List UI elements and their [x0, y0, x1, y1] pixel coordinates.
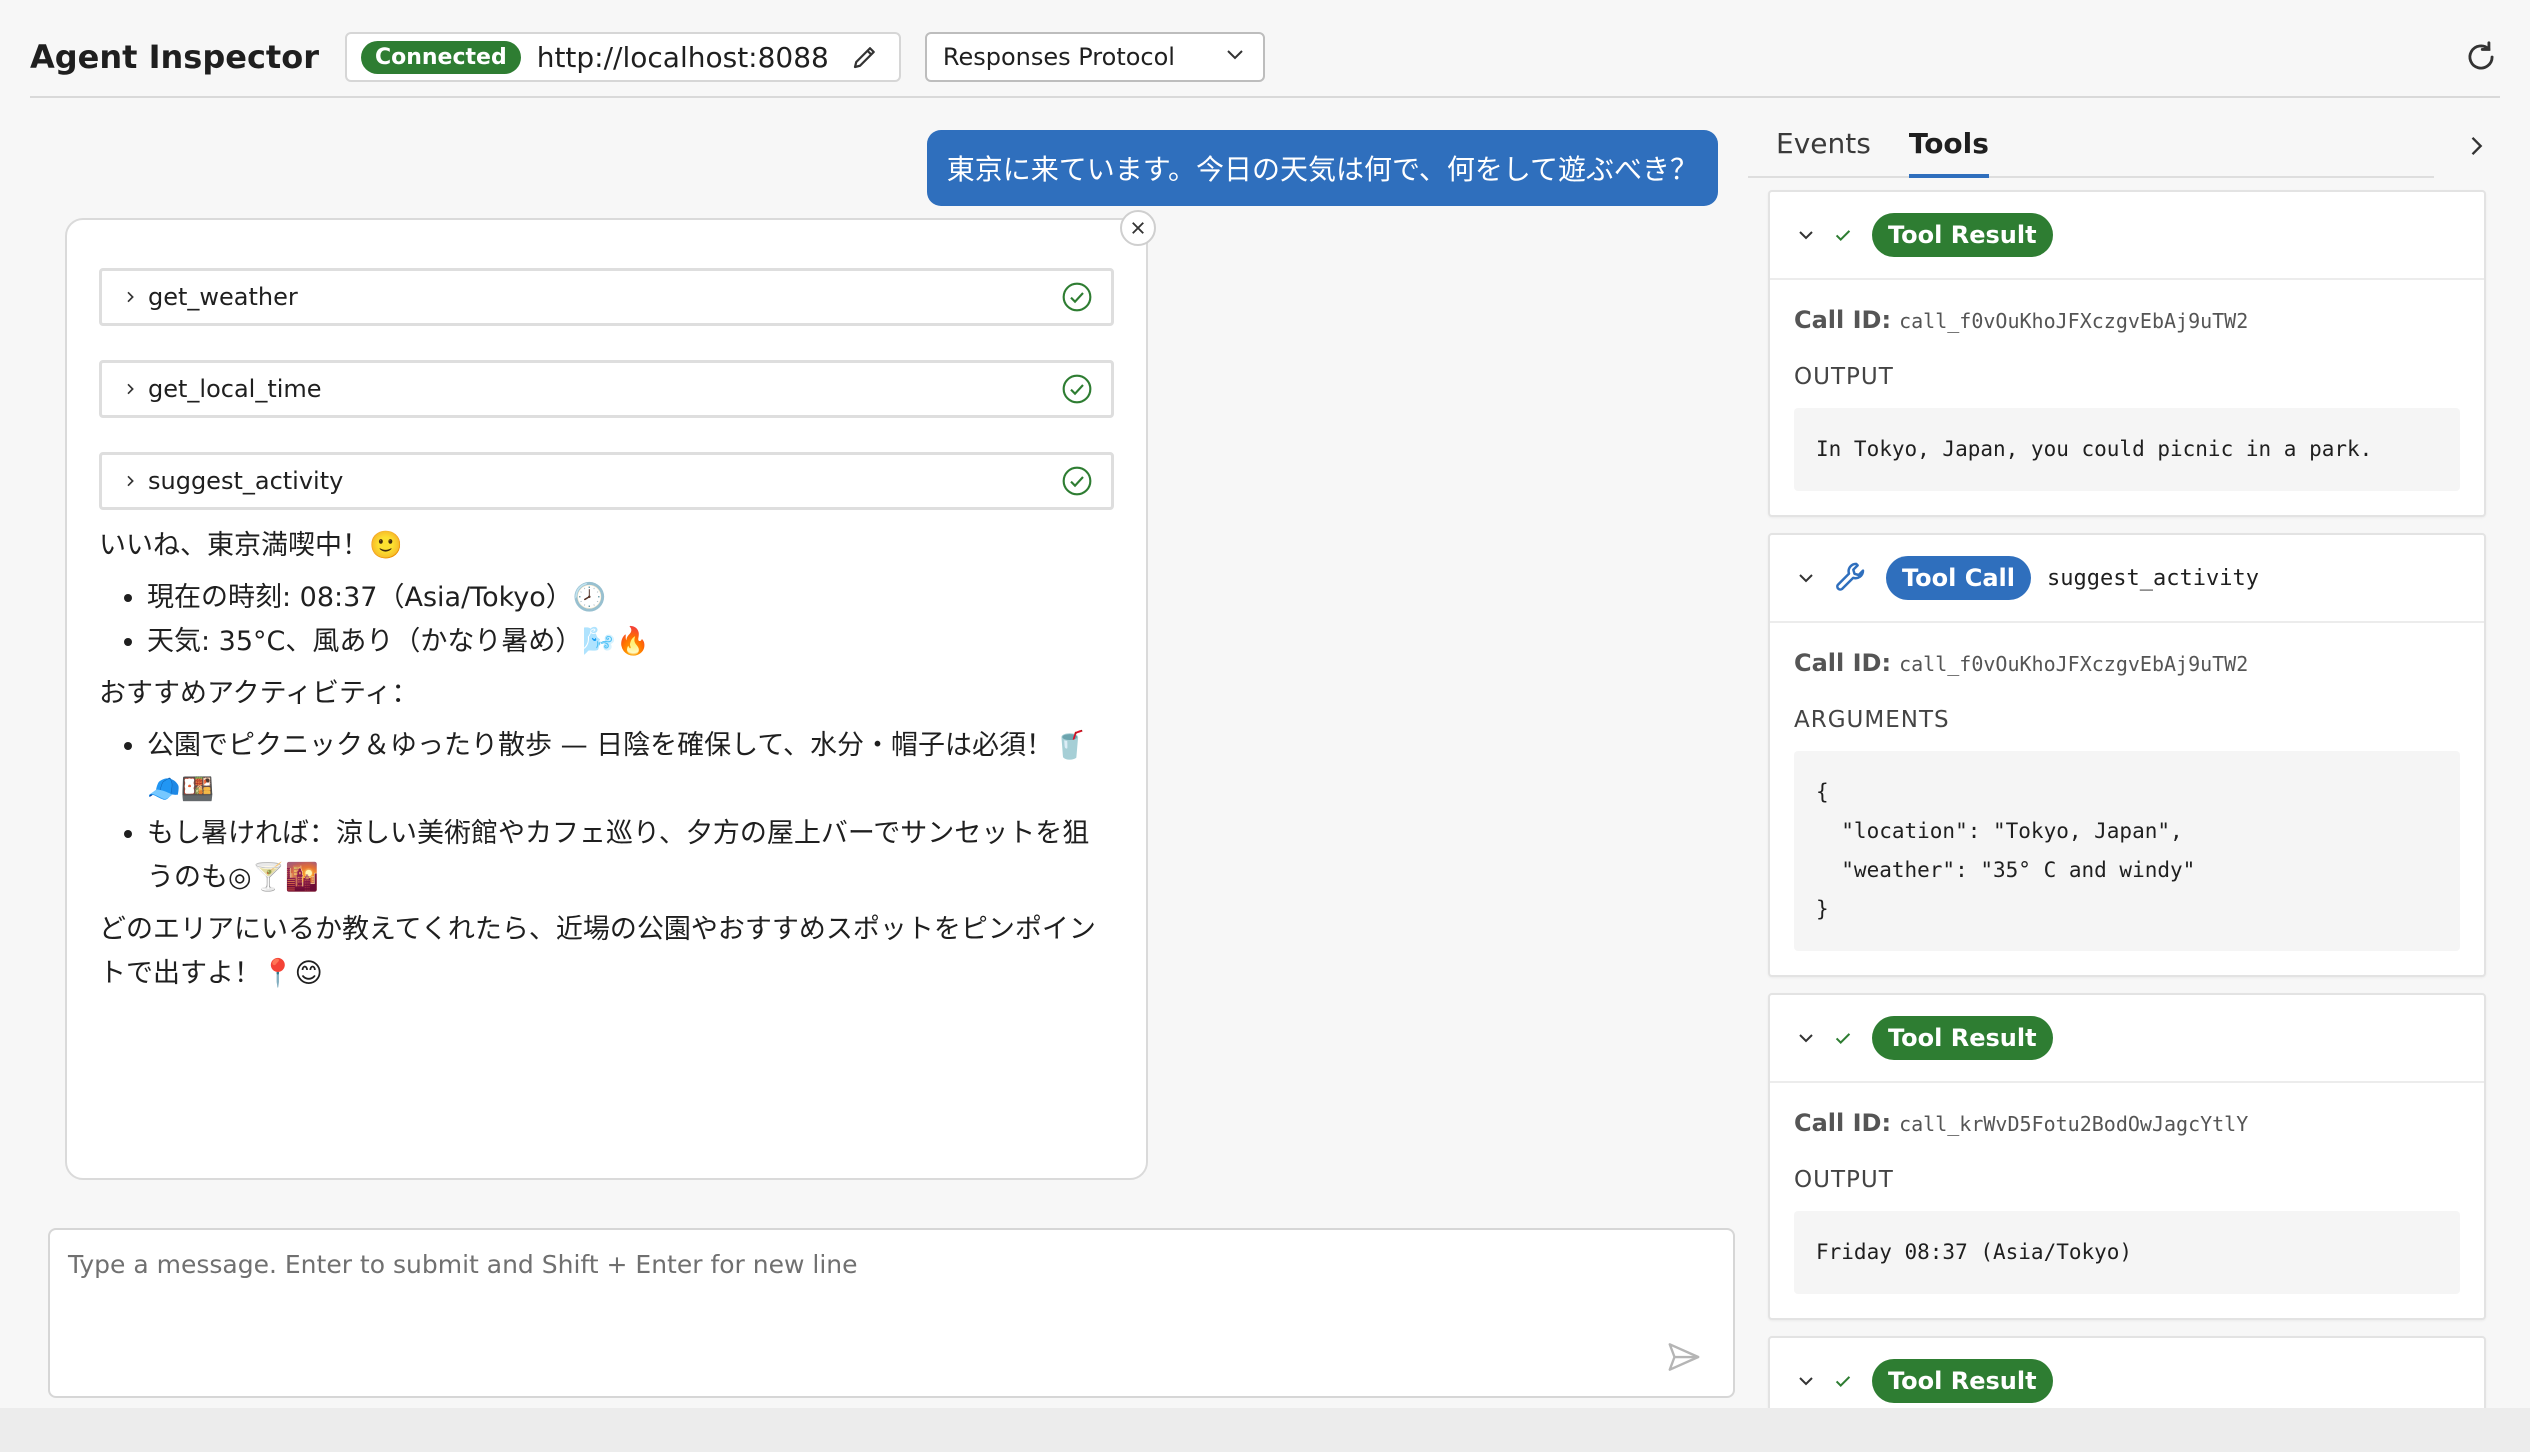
event-kind-badge: Tool Call — [1886, 556, 2032, 600]
event-header[interactable]: Tool Result — [1770, 1338, 2484, 1408]
call-id-label: Call ID: — [1794, 306, 1892, 334]
reply-facts-list: 現在の時刻: 08:37（Asia/Tokyo）🕗 天気: 35°C、風あり（か… — [99, 576, 1114, 664]
check-circle-icon — [1061, 281, 1093, 313]
call-id: Call ID: call_krWvD5Fotu2BodOwJagcYtlY — [1794, 1109, 2460, 1137]
events-list: Tool Result Call ID: call_f0vOuKhoJFXczgv… — [1768, 190, 2486, 1408]
tab-events[interactable]: Events — [1748, 127, 1889, 176]
check-icon — [1832, 1370, 1854, 1392]
connection-status-badge: Connected — [360, 40, 521, 74]
event-header[interactable]: Tool Result — [1770, 192, 2484, 280]
chevron-down-icon[interactable] — [1794, 566, 1818, 590]
reply-closing: どのエリアにいるか教えてくれたら、近場の公園やおすすめスポットをピンポイントで出… — [99, 914, 1096, 989]
call-id: Call ID: call_f0vOuKhoJFXczgvEbAj9uTW2 — [1794, 306, 2460, 334]
section-label: OUTPUT — [1794, 364, 1894, 390]
output-box: Friday 08:37 (Asia/Tokyo) — [1794, 1211, 2460, 1294]
event-function-name: suggest_activity — [2047, 565, 2259, 591]
close-icon[interactable] — [1120, 210, 1156, 246]
arguments-box: { "location": "Tokyo, Japan", "weather":… — [1794, 751, 2460, 951]
check-icon — [1832, 1027, 1854, 1049]
event-card: Tool Result Call ID: call_krWvD5Fotu2BodO… — [1768, 993, 2486, 1320]
inspector-panel: Events Tools Tool Result Call ID: call_f… — [1748, 98, 2500, 1408]
event-body: Call ID: call_f0vOuKhoJFXczgvEbAj9uTW2 AR… — [1770, 623, 2484, 975]
call-id: Call ID: call_f0vOuKhoJFXczgvEbAj9uTW2 — [1794, 649, 2460, 677]
tool-row-suggest-activity[interactable]: suggest_activity — [99, 452, 1114, 510]
call-id-value: call_f0vOuKhoJFXczgvEbAj9uTW2 — [1899, 309, 2249, 333]
pencil-icon[interactable] — [849, 41, 881, 73]
output-box: In Tokyo, Japan, you could picnic in a p… — [1794, 408, 2460, 491]
chevron-right-icon — [122, 381, 142, 397]
event-body: Call ID: call_f0vOuKhoJFXczgvEbAj9uTW2 OU… — [1770, 280, 2484, 515]
refresh-icon[interactable] — [2462, 38, 2500, 76]
reply-greeting: いいね、東京満喫中！🙂 — [99, 530, 403, 561]
event-card: Tool Call suggest_activity Call ID: call_… — [1768, 533, 2486, 977]
section-label: ARGUMENTS — [1794, 707, 1950, 733]
tool-name: get_local_time — [148, 375, 322, 403]
user-message-bubble: 東京に来ています。今日の天気は何で、何をして遊ぶべき？ — [926, 130, 1718, 206]
chat-area: 東京に来ています。今日の天気は何で、何をして遊ぶべき？ get_weather … — [30, 98, 1748, 1408]
window-bottom-edge — [0, 1408, 2530, 1452]
chevron-down-icon[interactable] — [1794, 1369, 1818, 1393]
app-window: Agent Inspector Connected http://localho… — [0, 0, 2530, 1452]
tool-name: suggest_activity — [148, 467, 344, 495]
event-header[interactable]: Tool Call suggest_activity — [1770, 535, 2484, 623]
wrench-icon — [1832, 558, 1872, 598]
assistant-reply-text: いいね、東京満喫中！🙂 現在の時刻: 08:37（Asia/Tokyo）🕗 天気… — [99, 524, 1114, 996]
event-kind-badge: Tool Result — [1872, 1359, 2053, 1403]
list-item: 現在の時刻: 08:37（Asia/Tokyo）🕗 — [147, 576, 1114, 620]
message-input[interactable] — [50, 1230, 1733, 1396]
panel-tabs: Events Tools — [1748, 98, 2434, 178]
tool-name: get_weather — [148, 283, 298, 311]
event-card: Tool Result Call ID: call_f0vOuKhoJFXczgv… — [1768, 190, 2486, 517]
reply-activities-heading: おすすめアクティビティ： — [99, 678, 419, 709]
send-icon[interactable] — [1665, 1338, 1703, 1376]
protocol-select-value: Responses Protocol — [942, 43, 1175, 71]
list-item: 天気: 35°C、風あり（かなり暑め）🌬️🔥 — [147, 620, 1114, 664]
tool-row-get-weather[interactable]: get_weather — [99, 268, 1114, 326]
event-card: Tool Result — [1768, 1336, 2486, 1408]
tab-tools[interactable]: Tools — [1889, 127, 2007, 178]
chevron-right-icon — [122, 289, 142, 305]
call-id-label: Call ID: — [1794, 1109, 1892, 1137]
endpoint-box: Connected http://localhost:8088 — [344, 32, 901, 82]
event-body: Call ID: call_krWvD5Fotu2BodOwJagcYtlY OU… — [1770, 1083, 2484, 1318]
assistant-message-card: get_weather get_local_time suggest_activ… — [65, 210, 1156, 1180]
check-icon — [1832, 224, 1854, 246]
protocol-select[interactable]: Responses Protocol — [924, 32, 1265, 82]
message-composer — [48, 1228, 1735, 1398]
event-kind-badge: Tool Result — [1872, 213, 2053, 257]
list-item: もし暑ければ：涼しい美術館やカフェ巡り、夕方の屋上バーでサンセットを狙うのも◎🍸… — [147, 812, 1114, 900]
section-label: OUTPUT — [1794, 1167, 1894, 1193]
chevron-down-icon[interactable] — [1794, 1026, 1818, 1050]
event-kind-badge: Tool Result — [1872, 1016, 2053, 1060]
call-id-value: call_krWvD5Fotu2BodOwJagcYtlY — [1899, 1112, 2249, 1136]
event-header[interactable]: Tool Result — [1770, 995, 2484, 1083]
chevron-down-icon — [1223, 42, 1247, 72]
check-circle-icon — [1061, 465, 1093, 497]
list-item: 公園でピクニック＆ゆったり散歩 — 日陰を確保して、水分・帽子は必須！🥤🧢🍱 — [147, 724, 1114, 812]
tool-row-get-local-time[interactable]: get_local_time — [99, 360, 1114, 418]
chevron-right-icon — [122, 473, 142, 489]
call-id-label: Call ID: — [1794, 649, 1892, 677]
app-title: Agent Inspector — [30, 38, 319, 76]
chevron-down-icon[interactable] — [1794, 223, 1818, 247]
top-bar: Agent Inspector Connected http://localho… — [30, 24, 2500, 90]
call-id-value: call_f0vOuKhoJFXczgvEbAj9uTW2 — [1899, 652, 2249, 676]
check-circle-icon — [1061, 373, 1093, 405]
reply-activities-list: 公園でピクニック＆ゆったり散歩 — 日陰を確保して、水分・帽子は必須！🥤🧢🍱 も… — [99, 724, 1114, 900]
endpoint-url: http://localhost:8088 — [536, 40, 829, 74]
chevron-right-icon[interactable] — [2462, 132, 2490, 160]
